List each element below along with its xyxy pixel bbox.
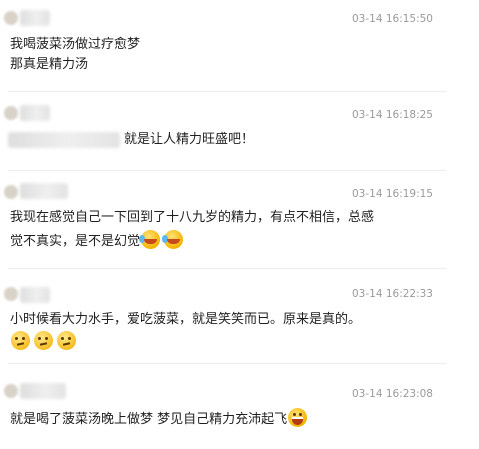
username-redacted[interactable]: [20, 383, 66, 399]
avatar[interactable]: [4, 287, 18, 301]
comment-text: 就是喝了菠菜汤晚上做梦 梦见自己精力充沛起飞: [10, 412, 288, 427]
comment-item: 03-14 16:23:08 就是喝了菠菜汤晚上做梦 梦见自己精力充沛起飞: [0, 364, 479, 449]
comment-text-line: 我现在感觉自己一下回到了十八九岁的精力，有点不相信，总感: [10, 210, 375, 225]
crying-laughing-icon: [139, 230, 161, 249]
username-redacted[interactable]: [20, 10, 50, 26]
username-redacted[interactable]: [20, 105, 50, 121]
comment-item: 03-14 16:22:33 小时候看大力水手，爱吃菠菜，就是笑笑而已。原来是真…: [0, 269, 479, 361]
comment-timestamp: 03-14 16:22:33: [351, 288, 433, 300]
comment-text: 觉不真实，是不是幻觉: [10, 234, 141, 249]
comment-item: 03-14 16:18:25 就是让人精力旺盛吧！: [0, 92, 479, 170]
comment-timestamp: 03-14 16:18:25: [351, 109, 433, 121]
comment-timestamp: 03-14 16:23:08: [351, 388, 433, 400]
crying-laughing-icon: [162, 230, 184, 249]
thinking-face-icon: [11, 331, 30, 350]
avatar[interactable]: [4, 384, 18, 398]
comment-text-line: 那真是精力汤: [10, 57, 89, 72]
comment-text-line: 就是让人精力旺盛吧！: [124, 132, 255, 147]
avatar[interactable]: [4, 106, 18, 120]
comment-timestamp: 03-14 16:15:50: [351, 13, 433, 25]
comment-text-line-with-emoji: 就是喝了菠菜汤晚上做梦 梦见自己精力充沛起飞: [10, 408, 308, 431]
username-redacted[interactable]: [20, 287, 50, 303]
username-redacted[interactable]: [20, 183, 68, 199]
comment-text-line-with-emoji: 觉不真实，是不是幻觉: [10, 230, 184, 253]
avatar[interactable]: [4, 185, 18, 199]
avatar[interactable]: [4, 11, 18, 25]
comment-timestamp: 03-14 16:19:15: [351, 188, 433, 200]
emoji-row: [10, 331, 76, 354]
comment-text-line: 小时候看大力水手，爱吃菠菜，就是笑笑而已。原来是真的。: [10, 312, 362, 327]
thinking-face-icon: [57, 331, 76, 350]
thinking-face-icon: [34, 331, 53, 350]
comment-text-line: 我喝菠菜汤做过疗愈梦: [10, 37, 141, 52]
grinning-face-icon: [288, 408, 308, 427]
comment-item: 03-14 16:15:50 我喝菠菜汤做过疗愈梦 那真是精力汤: [0, 0, 479, 90]
comment-item: 03-14 16:19:15 我现在感觉自己一下回到了十八九岁的精力，有点不相信…: [0, 171, 479, 256]
redacted-mention: [8, 132, 120, 148]
